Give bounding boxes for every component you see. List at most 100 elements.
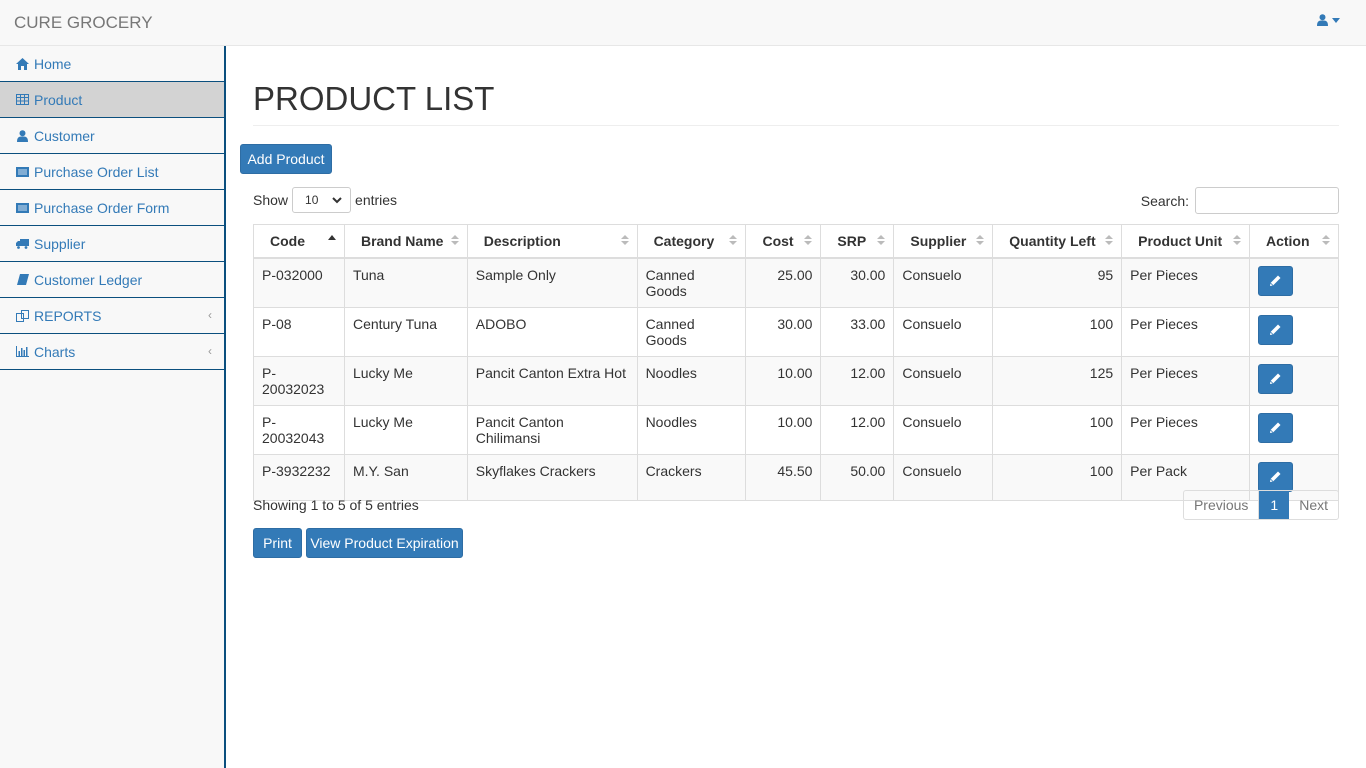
column-header-srp[interactable]: SRP [820,224,895,259]
sidebar-item-label: REPORTS [34,307,102,324]
column-header-category[interactable]: Category [636,224,747,259]
cell-action [1248,257,1340,308]
brand-title[interactable]: CURE GROCERY [14,13,153,33]
product-table: Code Brand Name Description Category Cost SRP… [253,224,1340,501]
cell-quantity-left: 125 [992,355,1123,406]
pencil-icon [1270,275,1281,286]
cell-srp: 30.00 [820,257,895,308]
sidebar-item-home[interactable]: Home [0,46,224,82]
pencil-icon [1270,373,1281,384]
cell-product-unit: Per Pieces [1121,404,1250,455]
sidebar-item-label: Purchase Order Form [34,199,170,216]
sidebar-item-label: Supplier [34,235,86,252]
sort-icon [620,235,629,245]
column-header-label: Cost [762,232,794,249]
pencil-icon [1270,471,1281,482]
sidebar-item-purchase-order-form[interactable]: Purchase Order Form [0,190,224,226]
column-header-product-unit[interactable]: Product Unit [1121,224,1250,259]
next-page-button[interactable]: Next [1289,491,1338,519]
add-product-button[interactable]: Add Product [240,144,332,174]
sort-icon [729,235,738,245]
cell-quantity-left: 100 [992,306,1123,357]
entries-label: entries [355,192,398,208]
sidebar-item-customer[interactable]: Customer [0,118,224,154]
cell-brand-name: Tuna [343,257,468,308]
sort-icon [877,235,886,245]
page-1-button[interactable]: 1 [1259,491,1290,519]
sidebar-item-label: Customer [34,127,95,144]
print-button[interactable]: Print [253,528,302,558]
truck-icon [16,237,29,250]
column-header-label: Supplier [910,232,967,249]
column-header-label: SRP [837,232,867,249]
column-header-quantity-left[interactable]: Quantity Left [992,224,1123,259]
chevron-left-icon: ‹ [208,344,212,358]
search-input[interactable] [1195,187,1339,214]
cell-category: Crackers [636,453,747,501]
cell-brand-name: Lucky Me [343,355,468,406]
view-product-expiration-button[interactable]: View Product Expiration [306,528,463,558]
cell-code: P-032000 [253,257,345,308]
user-menu-toggle[interactable] [1317,14,1340,26]
sidebar-item-label: Purchase Order List [34,163,159,180]
column-header-label: Category [653,232,715,249]
sort-icon [450,235,459,245]
sidebar-item-product[interactable]: Product [0,82,224,118]
cell-srp: 50.00 [820,453,895,501]
cell-supplier: Consuelo [893,257,994,308]
column-header-cost[interactable]: Cost [745,224,822,259]
column-header-supplier[interactable]: Supplier [893,224,994,259]
edit-product-button[interactable] [1257,314,1293,345]
sidebar-item-charts[interactable]: Charts ‹ [0,334,224,370]
edit-product-button[interactable] [1257,412,1293,443]
page-length-select[interactable]: 10 [292,187,352,213]
sidebar-item-purchase-order-list[interactable]: Purchase Order List [0,154,224,190]
cell-cost: 25.00 [745,257,822,308]
cell-description: Skyflakes Crackers [466,453,638,501]
sort-icon [976,235,985,245]
bar-chart-icon [16,345,29,358]
cell-code: P-20032043 [253,404,345,455]
list-alt-icon [16,201,29,214]
edit-product-button[interactable] [1257,265,1293,296]
sort-ascending-icon [327,235,336,241]
pencil-icon [1270,422,1281,433]
column-header-code[interactable]: Code [253,224,345,259]
edit-product-button[interactable] [1257,461,1293,492]
column-header-action[interactable]: Action [1248,224,1340,259]
column-header-label: Quantity Left [1009,232,1096,249]
search-control: Search: [1141,187,1339,214]
sidebar-item-customer-ledger[interactable]: Customer Ledger [0,262,224,298]
cell-brand-name: Century Tuna [343,306,468,357]
cell-quantity-left: 100 [992,404,1123,455]
column-header-description[interactable]: Description [466,224,638,259]
column-header-label: Product Unit [1138,232,1223,249]
cell-supplier: Consuelo [893,355,994,406]
cell-category: Canned Goods [636,306,747,357]
cell-brand-name: Lucky Me [343,404,468,455]
column-header-label: Brand Name [360,232,444,249]
sidebar-item-supplier[interactable]: Supplier [0,226,224,262]
page-length-value: 10 [305,193,319,207]
cell-description: Sample Only [466,257,638,308]
cell-srp: 12.00 [820,355,895,406]
sidebar-item-label: Customer Ledger [34,271,143,288]
cell-category: Noodles [636,404,747,455]
sort-icon [804,235,813,245]
cell-product-unit: Per Pieces [1121,257,1250,308]
navbar: CURE GROCERY [0,0,1366,46]
edit-product-button[interactable] [1257,363,1293,394]
sort-icon [1232,235,1241,245]
cell-brand-name: M.Y. San [343,453,468,501]
user-icon [1317,14,1328,26]
chevron-down-icon [332,196,342,203]
main-content: PRODUCT LIST Add Product Show 10 entries… [228,46,1366,768]
table-row: P-20032043 Lucky Me Pancit Canton Chiliman… [253,404,1340,455]
sidebar-item-reports[interactable]: REPORTS ‹ [0,298,224,334]
list-alt-icon [16,165,29,178]
column-header-brand-name[interactable]: Brand Name [343,224,468,259]
previous-page-button[interactable]: Previous [1184,491,1260,519]
sort-icon [1105,235,1114,245]
table-header-row: Code Brand Name Description Category Cost SRP… [253,224,1340,259]
cell-srp: 12.00 [820,404,895,455]
